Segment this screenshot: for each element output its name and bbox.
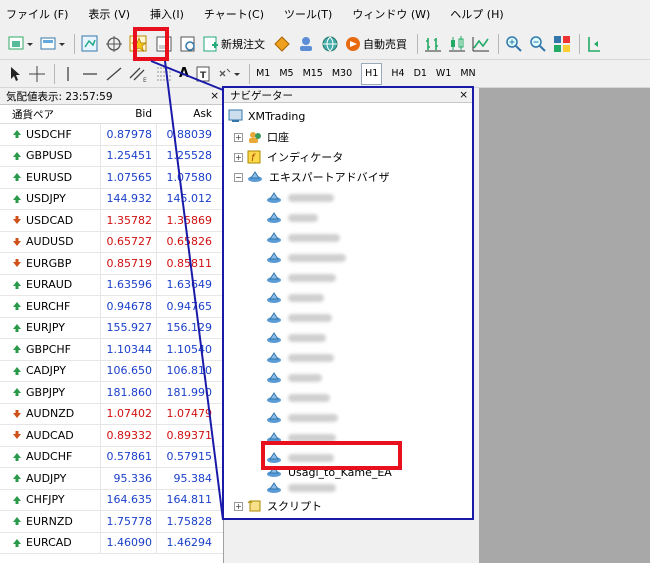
expert-hat-icon	[267, 192, 281, 203]
tree-experts-label: エキスパートアドバイザ	[269, 171, 390, 184]
expand-icon[interactable]: +	[234, 501, 243, 511]
redacted-expert-name	[288, 314, 332, 322]
expert-item[interactable]	[266, 191, 334, 205]
tree-scripts-label: スクリプト	[267, 500, 322, 513]
redacted-expert-name	[288, 414, 338, 422]
scripts-icon	[247, 500, 261, 512]
redacted-expert-name	[288, 354, 334, 362]
navigator-close-button[interactable]: ×	[459, 89, 468, 101]
redacted-expert-name	[288, 294, 324, 302]
expert-item[interactable]	[266, 351, 334, 365]
expert-item[interactable]	[266, 411, 338, 425]
expert-item[interactable]	[266, 251, 346, 265]
expand-icon[interactable]: +	[234, 152, 243, 162]
indicators-icon: f	[247, 150, 261, 164]
expert-hat-icon	[267, 372, 281, 383]
accounts-icon	[249, 132, 261, 143]
expert-hat-icon	[267, 412, 281, 423]
tree-experts[interactable]: − エキスパートアドバイザ	[234, 169, 390, 185]
tree-indicators[interactable]: + f インディケータ	[234, 149, 343, 165]
expert-item[interactable]	[266, 311, 332, 325]
expert-item[interactable]	[266, 371, 322, 385]
expert-hat-icon	[267, 292, 281, 303]
navigator-title: ナビゲーター	[230, 89, 293, 102]
redacted-expert-name	[288, 214, 318, 222]
redacted-expert-name	[288, 334, 326, 342]
expert-hat-icon	[267, 232, 281, 243]
tree-root[interactable]: XMTrading	[228, 109, 305, 123]
expert-item[interactable]	[266, 271, 336, 285]
redacted-expert-name	[288, 254, 346, 262]
redacted-expert-name	[288, 374, 322, 382]
expand-icon[interactable]: +	[234, 132, 243, 142]
navigator-title-bar: ナビゲーター ×	[224, 88, 472, 103]
expert-hat-icon	[267, 312, 281, 323]
expert-item[interactable]	[266, 291, 324, 305]
expert-item[interactable]	[266, 391, 330, 405]
expert-hat-icon	[267, 352, 281, 363]
tree-root-label: XMTrading	[248, 109, 306, 123]
redacted-expert-name	[288, 194, 334, 202]
mt4-window: ファイル (F) 表示 (V) 挿入(I) チャート(C) ツール(T) ウィン…	[0, 0, 650, 563]
collapse-icon[interactable]: −	[234, 172, 243, 182]
tree-accounts[interactable]: + 口座	[234, 129, 289, 145]
expert-hat-icon	[248, 171, 262, 182]
expert-item[interactable]	[266, 231, 340, 245]
tree-accounts-label: 口座	[267, 131, 289, 144]
tree-indicators-label: インディケータ	[267, 151, 344, 164]
expert-item[interactable]	[266, 481, 336, 495]
expert-hat-icon	[267, 482, 281, 493]
expert-hat-icon	[267, 392, 281, 403]
expert-hat-icon	[267, 332, 281, 343]
redacted-expert-name	[288, 234, 340, 242]
expert-hat-icon	[267, 272, 281, 283]
redacted-expert-name	[288, 484, 336, 492]
terminal-root-icon	[228, 109, 243, 122]
expert-hat-icon	[267, 252, 281, 263]
expert-item[interactable]	[266, 331, 326, 345]
expert-hat-icon	[267, 212, 281, 223]
redacted-expert-name	[288, 394, 330, 402]
expert-item[interactable]	[266, 211, 318, 225]
redacted-expert-name	[288, 274, 336, 282]
tree-scripts[interactable]: + スクリプト	[234, 498, 322, 514]
selected-ea-highlight	[261, 441, 402, 470]
